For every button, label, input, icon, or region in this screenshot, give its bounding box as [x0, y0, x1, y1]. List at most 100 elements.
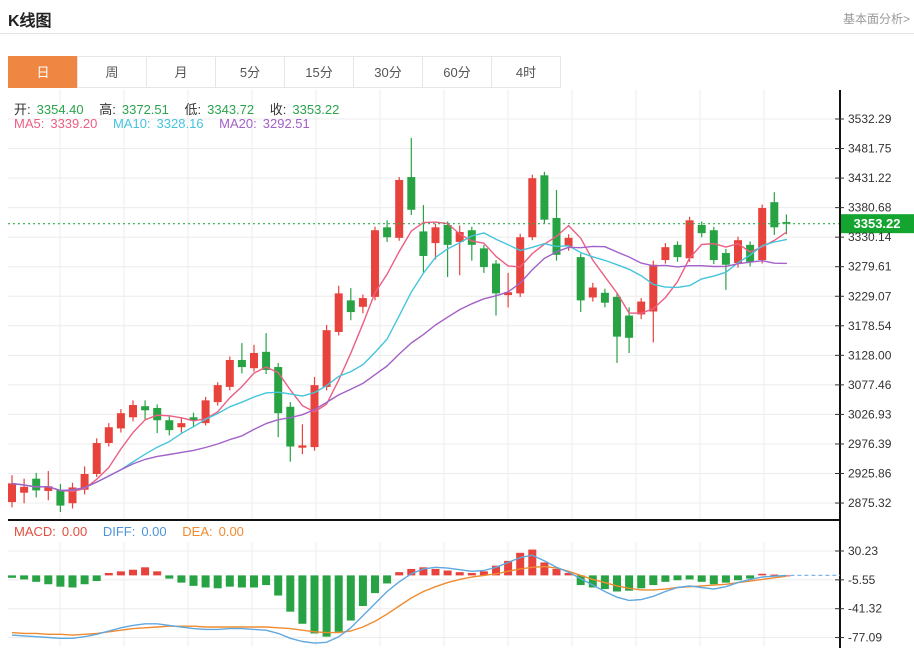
macd-hist-bar	[734, 575, 742, 580]
fundamental-analysis-link[interactable]: 基本面分析>	[843, 10, 910, 27]
macd-hist-bar	[129, 570, 137, 576]
candle-body	[577, 257, 585, 300]
page-title: K线图	[8, 7, 52, 31]
high-label: 高:	[99, 102, 116, 117]
low-value: 3343.72	[207, 102, 254, 117]
tab-4hour[interactable]: 4时	[491, 56, 561, 88]
tab-30min[interactable]: 30分	[353, 56, 423, 88]
dea-label: DEA:	[182, 524, 212, 539]
macd-axis-label: -77.09	[848, 631, 882, 645]
ma5-line	[12, 222, 786, 491]
candle-body	[540, 175, 548, 219]
macd-hist-bar	[286, 575, 294, 611]
macd-hist-bar	[553, 569, 561, 575]
candle-body	[250, 353, 258, 368]
y-axis-label: 3077.46	[848, 378, 892, 392]
macd-hist-bar	[274, 575, 282, 595]
candle-body	[274, 367, 282, 413]
candle-body	[56, 490, 64, 506]
macd-hist-bar	[347, 575, 355, 620]
period-tab-bar: 日 周 月 5分 15分 30分 60分 4时	[8, 56, 561, 88]
macd-hist-bar	[69, 575, 77, 587]
macd-hist-bar	[674, 575, 682, 580]
ma5-label: MA5:	[14, 116, 44, 131]
macd-hist-bar	[32, 575, 40, 581]
candle-body	[444, 225, 452, 245]
macd-hist-bar	[238, 575, 246, 587]
candle-body	[589, 288, 597, 298]
diff-label: DIFF:	[103, 524, 136, 539]
macd-value: 0.00	[62, 524, 87, 539]
ma20-label: MA20:	[219, 116, 257, 131]
close-value: 3353.22	[292, 102, 339, 117]
tab-month[interactable]: 月	[146, 56, 216, 88]
macd-hist-bar	[165, 575, 173, 578]
macd-axis-label: -41.32	[848, 602, 882, 616]
candle-body	[480, 248, 488, 267]
macd-hist-bar	[8, 575, 16, 577]
tab-15min[interactable]: 15分	[284, 56, 354, 88]
y-axis-label: 3229.07	[848, 289, 892, 303]
candle-body	[625, 316, 633, 338]
candle-body	[286, 407, 294, 447]
macd-hist-bar	[686, 575, 694, 579]
macd-hist-bar	[141, 567, 149, 575]
candle-body	[129, 405, 137, 417]
macd-hist-bar	[383, 575, 391, 583]
page-header: K线图 基本面分析>	[0, 0, 914, 34]
ma10-value: 3328.16	[157, 116, 204, 131]
candle-body	[8, 483, 16, 502]
macd-hist-bar	[226, 575, 234, 586]
ma10-label: MA10:	[113, 116, 151, 131]
macd-hist-bar	[613, 575, 621, 591]
kline-chart[interactable]: 3353.223532.293481.753431.223380.683330.…	[0, 88, 914, 648]
candle-body	[649, 265, 657, 312]
candle-body	[117, 413, 125, 428]
candle-body	[226, 360, 234, 387]
ma5-value: 3339.20	[50, 116, 97, 131]
y-axis-label: 3481.75	[848, 142, 892, 156]
candle-body	[698, 225, 706, 233]
dea-value: 0.00	[219, 524, 244, 539]
y-axis-label: 3026.93	[848, 407, 892, 421]
macd-axis-label: -5.55	[848, 573, 876, 587]
candle-body	[528, 178, 536, 237]
ma20-value: 3292.51	[263, 116, 310, 131]
candle-body	[674, 245, 682, 257]
y-axis-label: 3178.54	[848, 319, 892, 333]
candle-body	[105, 427, 113, 443]
macd-hist-bar	[746, 575, 754, 578]
tab-day[interactable]: 日	[8, 56, 78, 88]
macd-hist-bar	[323, 575, 331, 636]
macd-hist-bar	[214, 575, 222, 588]
candle-body	[371, 230, 379, 297]
ma10-line	[12, 233, 786, 491]
y-axis-label: 3330.14	[848, 230, 892, 244]
candle-body	[492, 264, 500, 294]
macd-hist-bar	[81, 575, 89, 584]
macd-hist-bar	[540, 562, 548, 575]
candle-body	[758, 208, 766, 260]
candle-body	[93, 443, 101, 474]
diff-value: 0.00	[141, 524, 166, 539]
candle-body	[661, 247, 669, 260]
high-value: 3372.51	[122, 102, 169, 117]
macd-hist-bar	[262, 575, 270, 585]
y-axis-label: 2976.39	[848, 437, 892, 451]
candle-body	[298, 445, 306, 447]
candle-body	[347, 300, 355, 312]
open-label: 开:	[14, 102, 31, 117]
macd-hist-bar	[649, 575, 657, 585]
tab-60min[interactable]: 60分	[422, 56, 492, 88]
macd-hist-bar	[117, 571, 125, 575]
macd-hist-bar	[395, 572, 403, 575]
macd-hist-bar	[20, 575, 28, 579]
candle-body	[238, 360, 246, 367]
tab-5min[interactable]: 5分	[215, 56, 285, 88]
macd-hist-bar	[758, 574, 766, 576]
macd-hist-bar	[250, 575, 258, 587]
macd-hist-bar	[456, 572, 464, 575]
candle-body	[153, 408, 161, 420]
tab-week[interactable]: 周	[77, 56, 147, 88]
macd-hist-bar	[432, 569, 440, 575]
